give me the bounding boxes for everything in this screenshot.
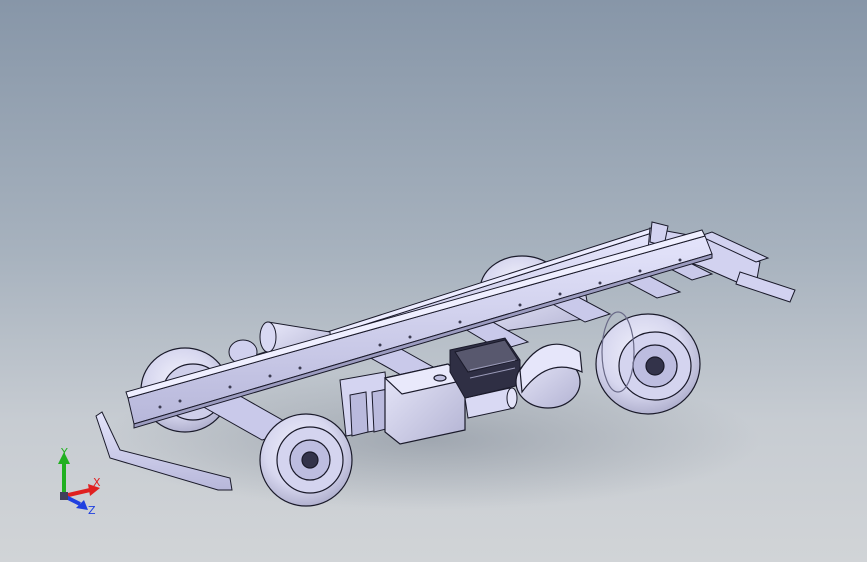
front-near-wheel[interactable] xyxy=(259,413,353,507)
truck-chassis-model[interactable] xyxy=(0,0,867,562)
cad-graphics-viewport[interactable]: Y X Z xyxy=(0,0,867,562)
coordinate-triad: Y X Z xyxy=(58,446,101,516)
y-axis-label: Y xyxy=(60,446,68,459)
x-axis-label: X xyxy=(93,476,101,489)
spare-wheel-carrier[interactable] xyxy=(515,343,583,409)
rear-near-wheel[interactable] xyxy=(595,311,701,415)
z-axis-label: Z xyxy=(88,504,96,516)
battery-box[interactable] xyxy=(339,371,391,437)
